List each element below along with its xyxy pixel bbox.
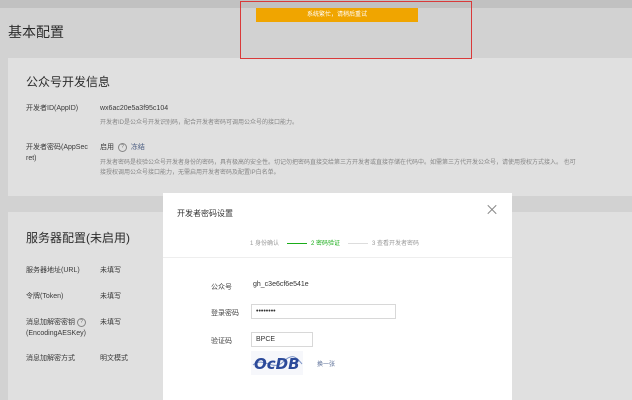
step-identity: 1 身份确认: [250, 241, 280, 247]
step-connector: [287, 243, 307, 244]
step-view-secret: 3 查看开发者密码: [372, 241, 420, 247]
toast-highlight-box: [240, 1, 472, 59]
step-password-verify: 2 密码验证: [311, 241, 341, 247]
modal-divider: [163, 257, 512, 258]
refresh-captcha-link[interactable]: 换一张: [317, 359, 335, 368]
captcha-input[interactable]: [251, 332, 313, 347]
account-value: gh_c3e6cf6e541e: [253, 281, 309, 288]
step-connector: [348, 243, 368, 244]
account-label: 公众号: [211, 284, 232, 291]
captcha-image[interactable]: OcDB: [251, 351, 303, 375]
password-input[interactable]: [251, 304, 396, 319]
captcha-text: OcDB: [254, 355, 300, 373]
modal-title: 开发者密码设置: [177, 209, 233, 218]
captcha-graphic: OcDB: [252, 355, 303, 373]
password-label: 登录密码: [211, 310, 239, 317]
close-icon[interactable]: [486, 204, 498, 216]
secret-setup-modal: 开发者密码设置 1 身份确认 2 密码验证 3 查看开发者密码 公众号 gh_c…: [163, 193, 512, 400]
captcha-label: 验证码: [211, 338, 232, 345]
step-indicator: 1 身份确认 2 密码验证 3 查看开发者密码: [163, 236, 512, 248]
